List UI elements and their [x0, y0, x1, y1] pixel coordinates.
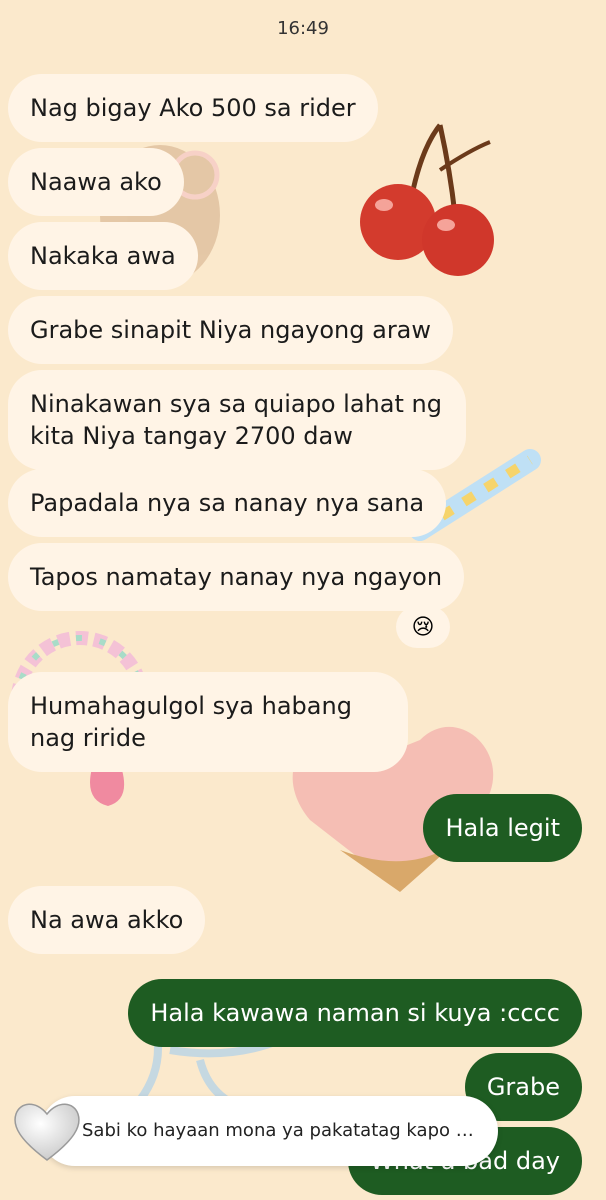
reply-preview[interactable]: Sabi ko hayaan mona ya pakatatag kapo ka… [0, 1096, 606, 1200]
message-bubble-incoming[interactable]: Naawa ako [8, 148, 184, 216]
message-bubble-incoming[interactable]: Nakaka awa [8, 222, 198, 290]
message-bubble-outgoing[interactable]: Hala kawawa naman si kuya :cccc [128, 979, 582, 1047]
crying-face-icon: 😢 [411, 614, 435, 640]
message-bubble-incoming[interactable]: Ninakawan sya sa quiapo lahat ng kita Ni… [8, 370, 466, 470]
message-bubble-outgoing[interactable]: Hala legit [423, 794, 582, 862]
white-heart-icon [14, 1103, 80, 1161]
reply-preview-text: Sabi ko hayaan mona ya pakatatag kapo ka… [82, 1120, 482, 1141]
message-bubble-incoming[interactable]: Nag bigay Ako 500 sa rider [8, 74, 378, 142]
message-bubble-incoming[interactable]: Tapos namatay nanay nya ngayon [8, 543, 465, 611]
status-bar-time: 16:49 [277, 18, 329, 39]
message-bubble-incoming[interactable]: Humahagulgol sya habang nag riride [8, 672, 408, 772]
message-bubble-incoming[interactable]: Na awa akko [8, 886, 206, 954]
cherries-sticker [360, 123, 494, 276]
message-bubble-incoming[interactable]: Papadala nya sa nanay nya sana [8, 469, 447, 537]
reaction-badge[interactable]: 😢 [396, 606, 450, 648]
message-bubble-incoming[interactable]: Grabe sinapit Niya ngayong araw [8, 296, 454, 364]
